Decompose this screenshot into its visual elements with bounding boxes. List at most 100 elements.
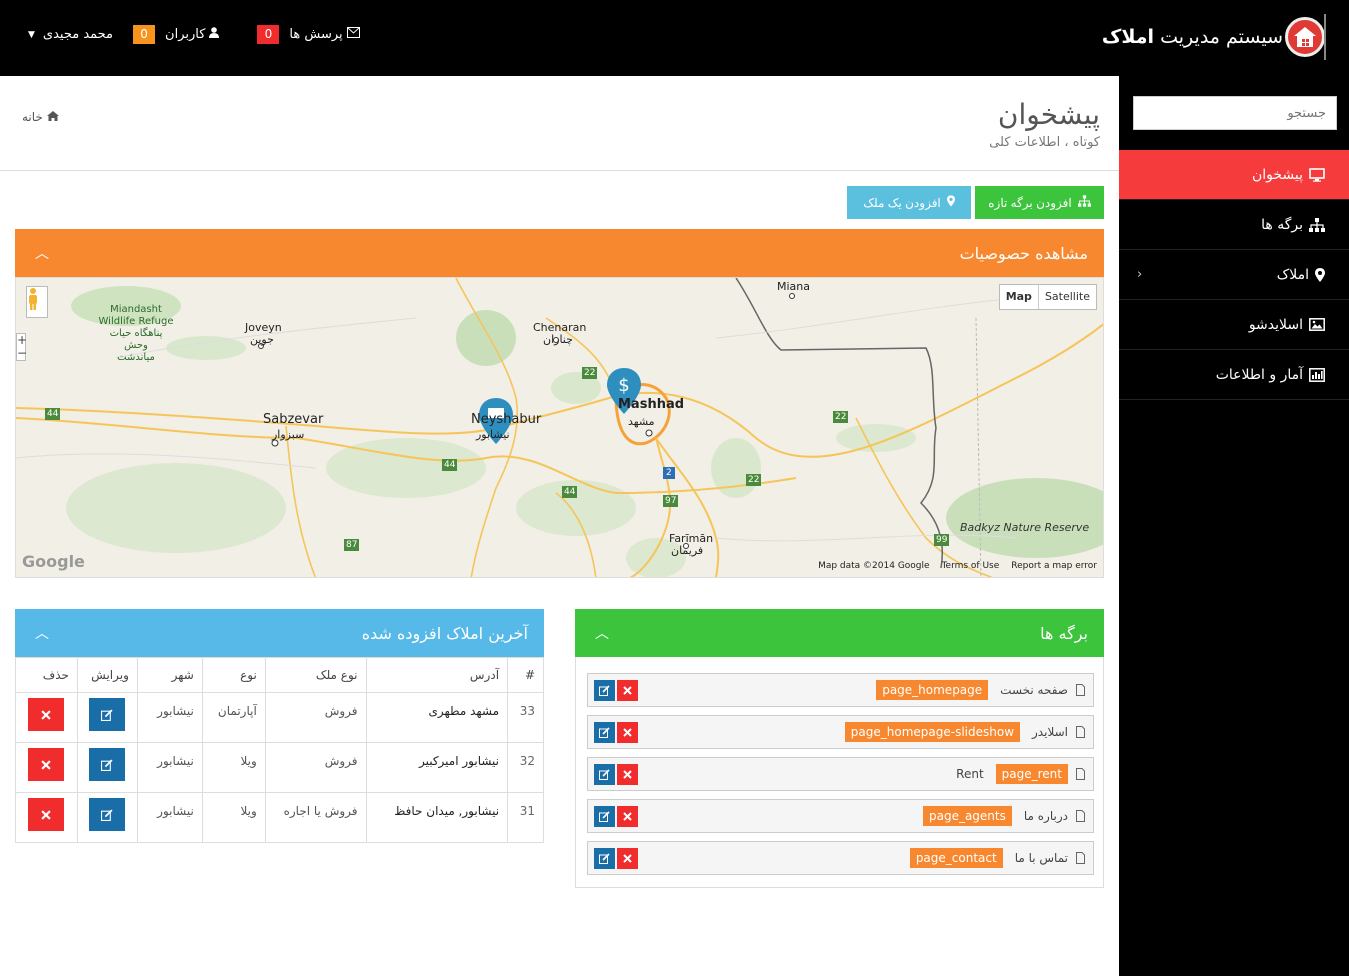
messages-menu[interactable]: پرسش ها 0 xyxy=(257,25,360,44)
delete-page-button[interactable] xyxy=(617,764,638,785)
map-footer: Map data ©2014 Google Terms of Use Repor… xyxy=(818,561,1097,571)
property-address: نیشابور امیرکبیر xyxy=(365,742,509,793)
column-header: حذف xyxy=(15,657,78,693)
page-name[interactable]: درباره ما xyxy=(1024,809,1068,823)
delete-page-button[interactable] xyxy=(617,680,638,701)
sidebar-item-label: آمار و اطلاعات xyxy=(1215,366,1303,383)
properties-map[interactable]: $ 44 44 44 22 22 22 87 97 99 2 Miana Che… xyxy=(15,277,1104,578)
place-label-fariman-fa: فریمان xyxy=(671,544,704,557)
sidebar-item-slideshow[interactable]: اسلایدشو xyxy=(1119,300,1349,350)
add-property-button[interactable]: افزودن یک ملک xyxy=(847,186,971,219)
place-label-mashhad: Mashhad xyxy=(618,397,685,412)
place-label-mashhad-fa: مشهد xyxy=(628,415,655,428)
edit-page-button[interactable] xyxy=(594,680,615,701)
map-zoom-control[interactable]: + − xyxy=(16,333,27,361)
user-icon xyxy=(209,27,220,42)
edit-page-button[interactable] xyxy=(594,806,615,827)
sidebar-item-statistics[interactable]: آمار و اطلاعات xyxy=(1119,350,1349,400)
page-name[interactable]: Rent xyxy=(956,767,984,781)
edit-cell xyxy=(76,742,138,793)
chevron-up-icon[interactable]: ︿ xyxy=(595,623,609,643)
sidebar-item-label: املاک xyxy=(1276,266,1309,283)
page-name[interactable]: صفحه نخست xyxy=(1000,683,1068,697)
property-type: ویلا xyxy=(201,792,266,843)
road-shield: 22 xyxy=(833,411,849,423)
delete-cell xyxy=(15,742,78,793)
list-item: درباره ما page_agents xyxy=(587,799,1094,833)
pages-panel-header[interactable]: برگه ها ︿ xyxy=(575,609,1104,657)
place-label-badkyz: Badkyz Nature Reserve xyxy=(960,521,1090,534)
page-name[interactable]: تماس با ما xyxy=(1015,851,1068,865)
column-header: # xyxy=(507,657,544,693)
sidebar-item-pages[interactable]: برگه ها xyxy=(1119,200,1349,250)
home-icon xyxy=(46,110,59,124)
delete-property-button[interactable] xyxy=(28,798,65,831)
place-label-sabzevar-fa: سبزوار xyxy=(272,428,305,441)
breadcrumb: خانه xyxy=(22,110,59,124)
place-label-neyshabur-fa: نیشابور xyxy=(476,428,510,441)
brand[interactable]: سیستم مدیریت املاک xyxy=(1102,12,1326,62)
edit-property-button[interactable] xyxy=(89,798,126,831)
file-icon xyxy=(1076,684,1085,696)
chevron-up-icon[interactable]: ︿ xyxy=(35,623,49,643)
list-item: page_rent Rent xyxy=(587,757,1094,791)
top-nav: پرسش ها 0 کاربران 0 محمد مجیدی ▼ xyxy=(28,25,360,44)
sidebar-item-properties[interactable]: املاک ‹ xyxy=(1119,250,1349,300)
delete-page-button[interactable] xyxy=(617,722,638,743)
map-type-satellite-button[interactable]: Satellite xyxy=(1039,285,1096,309)
edit-page-button[interactable] xyxy=(594,764,615,785)
map-panel-header[interactable]: مشاهده حصوصیات ︿ xyxy=(15,229,1104,277)
map-report-link[interactable]: Report a map error xyxy=(1011,561,1097,571)
column-header: ویرایش xyxy=(76,657,138,693)
user-account-menu[interactable]: محمد مجیدی ▼ xyxy=(28,27,113,42)
map-marker-icon xyxy=(946,195,955,210)
row-actions xyxy=(594,764,638,785)
edit-property-button[interactable] xyxy=(89,748,126,781)
property-city: نیشابور xyxy=(136,692,203,743)
place-label-joveyn-fa: جوین xyxy=(250,333,274,346)
chevron-up-icon[interactable]: ︿ xyxy=(35,243,49,263)
edit-property-button[interactable] xyxy=(89,698,126,731)
pages-panel-title: برگه ها xyxy=(1040,623,1088,643)
list-item: صفحه نخست page_homepage xyxy=(587,673,1094,707)
sidebar-item-dashboard[interactable]: پیشخوان xyxy=(1119,150,1349,200)
bar-chart-icon xyxy=(1309,367,1325,382)
pegman-icon[interactable] xyxy=(26,286,48,318)
delete-page-button[interactable] xyxy=(617,806,638,827)
sitemap-icon xyxy=(1309,217,1325,232)
edit-page-button[interactable] xyxy=(594,722,615,743)
file-icon xyxy=(1076,810,1085,822)
map-type-map-button[interactable]: Map xyxy=(1000,285,1039,309)
latest-properties-table: # آدرس نوع ملک نوع شهر ویرایش حذف 33 مشه… xyxy=(15,657,544,843)
road-shield: 44 xyxy=(442,459,458,471)
place-label-neyshabur: Neyshabur xyxy=(471,412,542,427)
latest-properties-header[interactable]: آخرین املاک افزوده شده ︿ xyxy=(15,609,544,657)
brand-separator xyxy=(1324,14,1326,60)
property-address: نیشابور, میدان حافظ xyxy=(365,792,509,843)
users-count-badge: 0 xyxy=(133,25,156,44)
delete-page-button[interactable] xyxy=(617,848,638,869)
breadcrumb-home-link[interactable]: خانه xyxy=(22,110,43,124)
edit-page-button[interactable] xyxy=(594,848,615,869)
delete-property-button[interactable] xyxy=(28,748,65,781)
sidebar-item-label: برگه ها xyxy=(1261,216,1303,233)
page-slug-badge: page_agents xyxy=(922,806,1012,826)
road-shield: 99 xyxy=(934,534,950,546)
delete-property-button[interactable] xyxy=(28,698,65,731)
road-shield: 97 xyxy=(663,495,679,507)
sidebar: پیشخوان برگه ها املاک ‹ اسلایدشو آمار و … xyxy=(1119,76,1349,976)
messages-count-badge: 0 xyxy=(257,25,280,44)
header-divider xyxy=(0,170,1119,171)
search-input[interactable] xyxy=(1133,96,1337,130)
column-header: نوع ملک xyxy=(264,657,367,693)
road-shield: 2 xyxy=(663,467,675,479)
file-icon xyxy=(1076,726,1085,738)
page-name[interactable]: اسلایدر xyxy=(1032,725,1068,739)
property-id: 31 xyxy=(507,792,544,843)
add-page-button[interactable]: افزودن برگه تازه xyxy=(975,186,1104,219)
users-menu[interactable]: کاربران 0 xyxy=(133,25,220,44)
property-address: مشهد مطهری xyxy=(365,692,509,743)
sitemap-icon xyxy=(1077,195,1091,210)
file-icon xyxy=(1076,768,1085,780)
map-terms-link[interactable]: Terms of Use xyxy=(942,561,1000,571)
